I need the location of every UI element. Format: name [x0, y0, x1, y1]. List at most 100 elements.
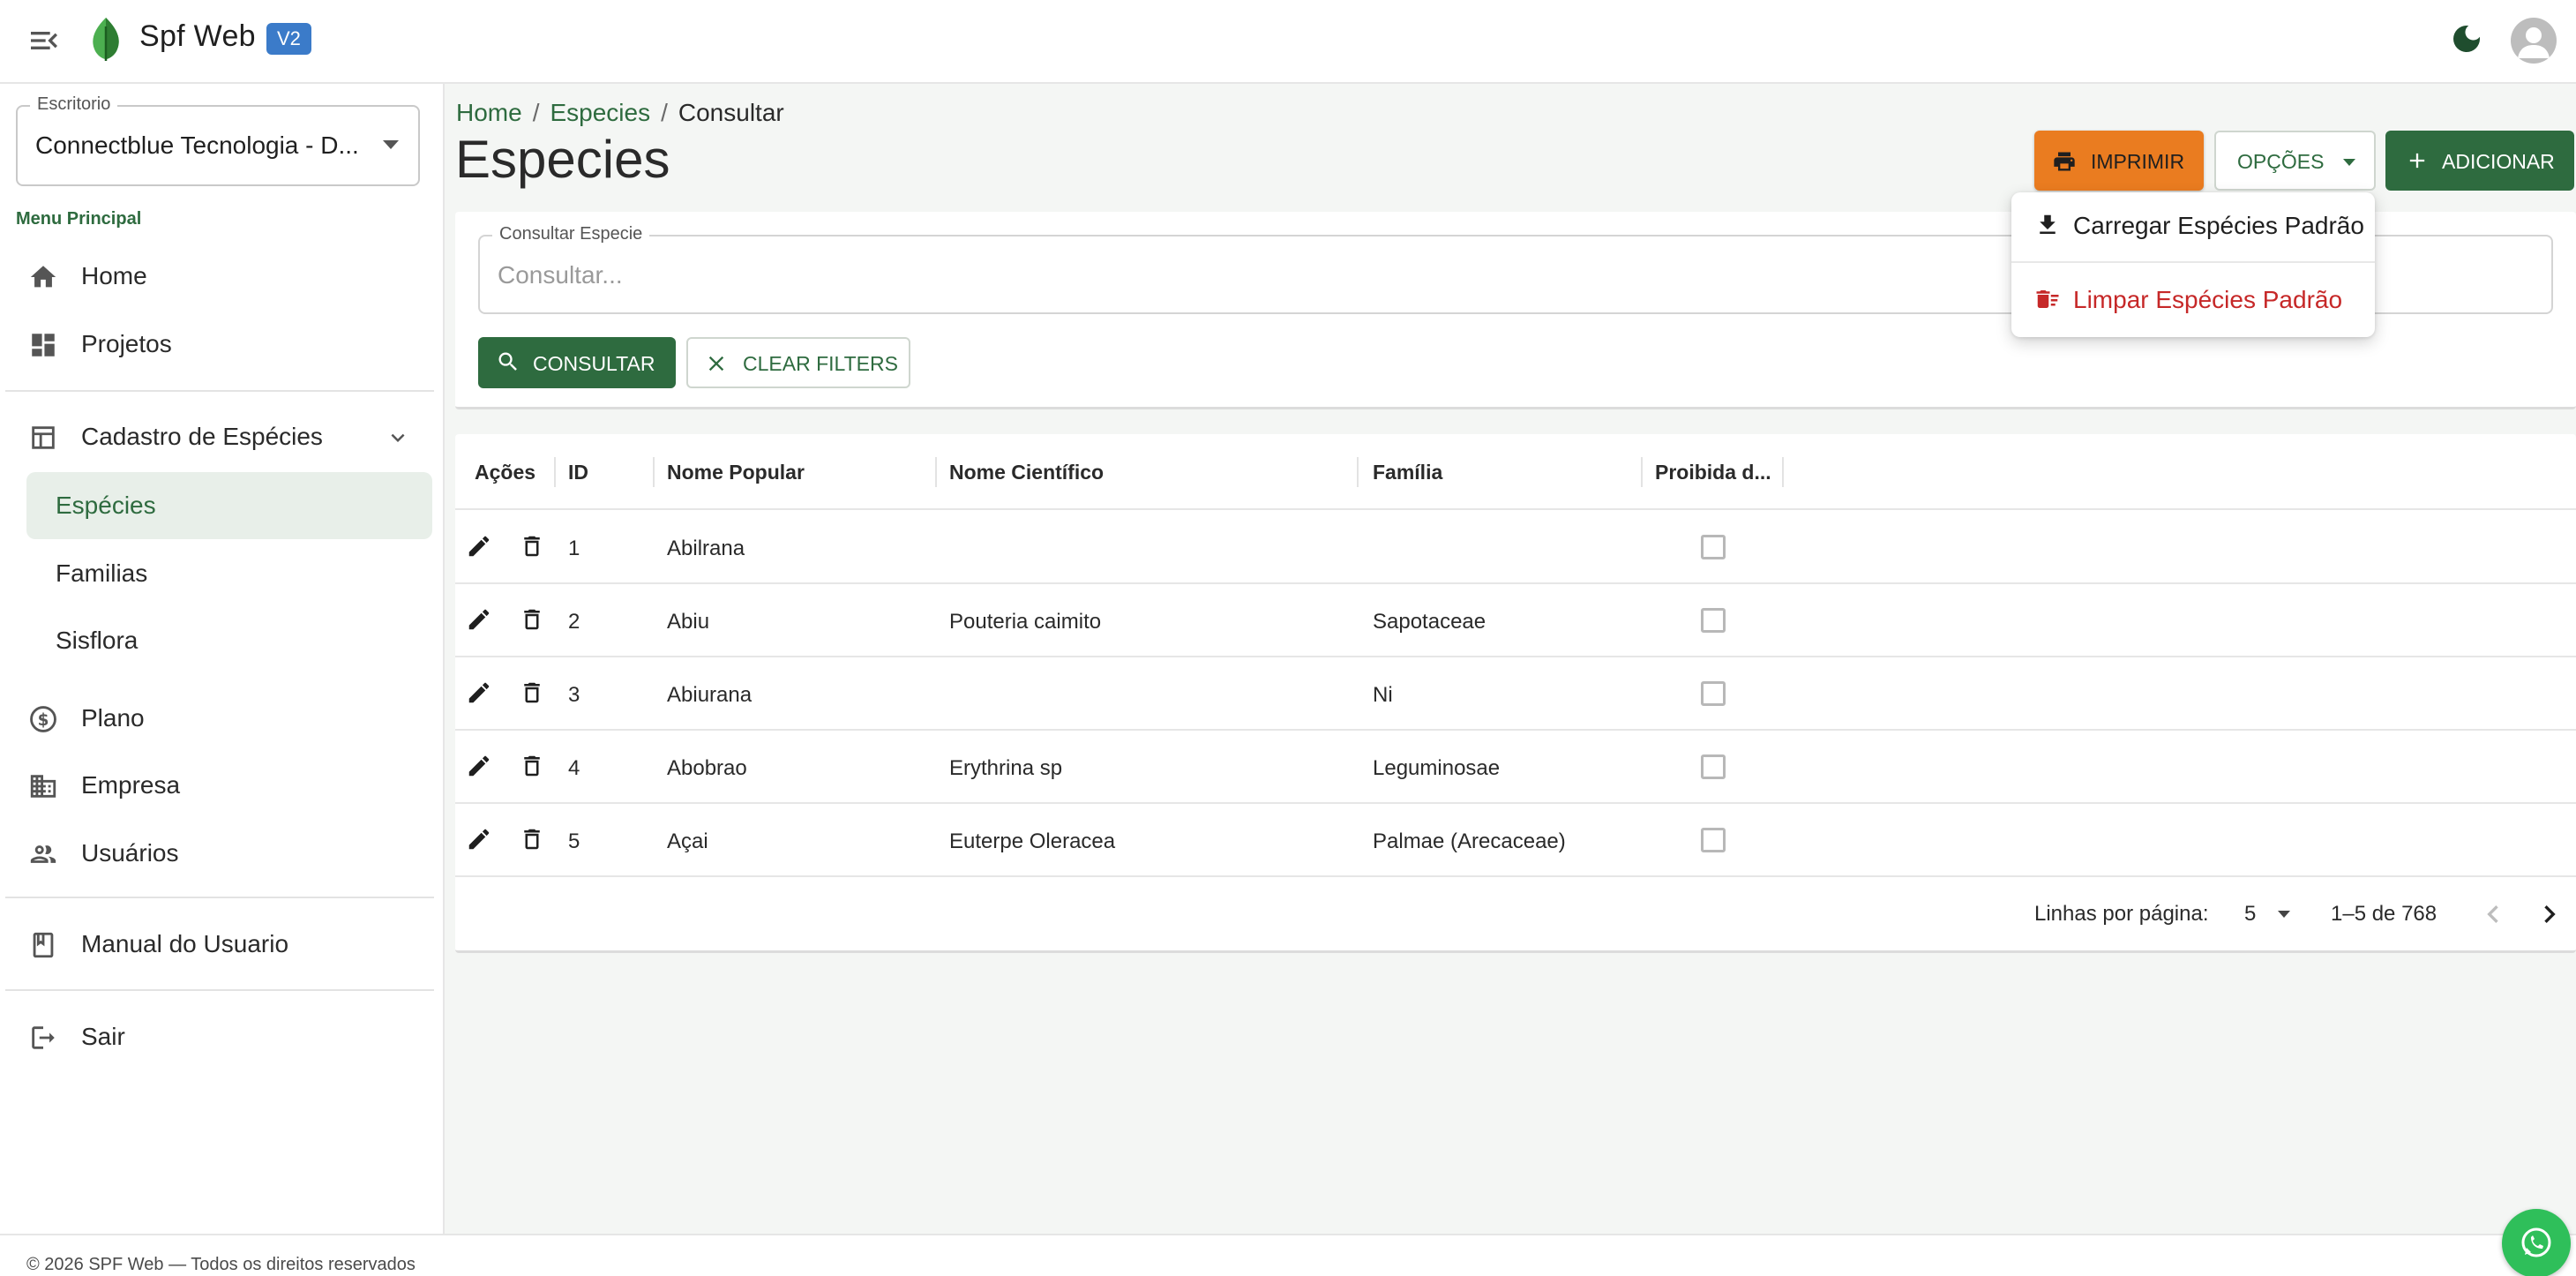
caret-down-icon [2343, 159, 2355, 166]
print-button[interactable]: IMPRIMIR [2034, 131, 2204, 191]
rows-per-page-label: Linhas por página: [2034, 902, 2209, 926]
table-header: Ações ID Nome Popular Nome Científico Fa… [455, 434, 2576, 510]
consult-button-label: CONSULTAR [533, 352, 655, 375]
chevron-down-icon [385, 424, 411, 451]
chevron-left-icon[interactable] [2475, 897, 2511, 932]
menu-open-icon[interactable] [26, 23, 62, 58]
column-header-actions: Ações [475, 461, 536, 484]
sidebar-item-familias[interactable]: Familias [26, 540, 432, 607]
breadcrumb-home[interactable]: Home [456, 99, 522, 126]
delete-icon[interactable] [519, 606, 545, 633]
dashboard-icon [28, 330, 58, 360]
rows-per-page-select[interactable]: 5 [2239, 897, 2301, 932]
print-button-label: IMPRIMIR [2091, 150, 2185, 173]
sidebar-item-projetos[interactable]: Projetos [0, 316, 445, 372]
delete-icon[interactable] [519, 753, 545, 779]
logout-icon [28, 1023, 58, 1053]
species-table: Ações ID Nome Popular Nome Científico Fa… [455, 434, 2576, 953]
column-header-forbidden[interactable]: Proibida d... [1655, 461, 1771, 484]
column-separator [554, 457, 556, 487]
table-row: 3 Abiurana Ni [455, 657, 2576, 731]
column-header-popular[interactable]: Nome Popular [667, 461, 805, 484]
sidebar-item-especies[interactable]: Espécies [26, 472, 432, 539]
options-button[interactable]: OPÇÕES [2214, 131, 2376, 191]
cell-family: Ni [1373, 683, 1393, 707]
sidebar-item-label: Usuários [81, 839, 179, 867]
menu-item-load-default[interactable]: Carregar Espécies Padrão [2011, 192, 2375, 259]
add-button[interactable]: ADICIONAR [2385, 131, 2574, 191]
sidebar-item-sair[interactable]: Sair [0, 1009, 445, 1065]
menu-item-clear-default[interactable]: Limpar Espécies Padrão [2011, 266, 2375, 334]
clear-filters-label: CLEAR FILTERS [743, 352, 898, 375]
consult-button[interactable]: CONSULTAR [478, 337, 676, 388]
column-separator [935, 457, 937, 487]
sidebar-item-home[interactable]: Home [0, 248, 445, 304]
delete-icon[interactable] [519, 533, 545, 559]
footer-text: © 2026 SPF Web — Todos os direitos reser… [26, 1255, 416, 1274]
whatsapp-icon[interactable] [2502, 1209, 2571, 1276]
breadcrumb-separator: / [532, 99, 540, 126]
people-icon [28, 839, 58, 869]
pagination-range: 1–5 de 768 [2331, 902, 2437, 926]
edit-icon[interactable] [466, 679, 492, 706]
sidebar-item-label: Sair [81, 1023, 125, 1050]
cell-family: Leguminosae [1373, 756, 1501, 780]
office-select[interactable]: Escritorio Connectblue Tecnologia - D... [16, 94, 420, 186]
forbidden-checkbox[interactable] [1701, 535, 1726, 559]
delete-icon[interactable] [519, 826, 545, 852]
sidebar-item-label: Espécies [56, 492, 156, 519]
cell-id: 1 [568, 537, 580, 560]
forbidden-checkbox[interactable] [1701, 608, 1726, 633]
breadcrumb-especies[interactable]: Especies [550, 99, 650, 126]
cell-popular: Abobrao [667, 756, 747, 780]
edit-icon[interactable] [466, 826, 492, 852]
footer: © 2026 SPF Web — Todos os direitos reser… [0, 1234, 2576, 1276]
sidebar-item-usuarios[interactable]: Usuários [0, 825, 445, 882]
column-separator [1641, 457, 1643, 487]
sidebar-item-empresa[interactable]: Empresa [0, 757, 445, 814]
forbidden-checkbox[interactable] [1701, 754, 1726, 779]
sidebar-item-label: Cadastro de Espécies [81, 423, 323, 450]
cell-scientific: Erythrina sp [949, 756, 1063, 780]
sidebar-item-sisflora[interactable]: Sisflora [26, 607, 432, 674]
column-separator [1357, 457, 1359, 487]
sidebar-item-manual[interactable]: Manual do Usuario [0, 916, 445, 972]
search-input[interactable] [498, 258, 2262, 293]
chevron-right-icon[interactable] [2532, 897, 2567, 932]
account-icon[interactable] [2511, 18, 2557, 64]
pagination: Linhas por página: 5 1–5 de 768 [455, 881, 2576, 951]
search-field-label: Consultar Especie [492, 224, 650, 244]
cell-family: Sapotaceae [1373, 610, 1486, 634]
sidebar-item-plano[interactable]: $ Plano [0, 690, 445, 747]
delete-sweep-icon [2034, 286, 2061, 312]
column-header-id[interactable]: ID [568, 461, 588, 484]
cell-id: 2 [568, 610, 580, 634]
moon-icon[interactable] [2449, 21, 2484, 56]
cell-id: 3 [568, 683, 580, 707]
leaf-icon [86, 16, 125, 62]
top-app-bar: Spf Web V2 [0, 0, 2576, 84]
cell-id: 4 [568, 756, 580, 780]
office-select-label: Escritorio [30, 94, 118, 115]
sidebar-divider [5, 989, 434, 991]
edit-icon[interactable] [466, 753, 492, 779]
column-header-scientific[interactable]: Nome Científico [949, 461, 1104, 484]
sidebar-item-cadastro[interactable]: Cadastro de Espécies [0, 409, 445, 465]
table-row: 5 Açai Euterpe Oleracea Palmae (Arecacea… [455, 803, 2576, 877]
edit-icon[interactable] [466, 533, 492, 559]
table-row: 2 Abiu Pouteria caimito Sapotaceae [455, 583, 2576, 657]
rows-per-page-value: 5 [2244, 902, 2257, 926]
menu-item-label: Limpar Espécies Padrão [2073, 286, 2343, 313]
options-menu: Carregar Espécies Padrão Limpar Espécies… [2011, 192, 2375, 337]
edit-icon[interactable] [466, 606, 492, 633]
forbidden-checkbox[interactable] [1701, 681, 1726, 706]
sidebar-item-label: Familias [56, 559, 148, 587]
column-header-family[interactable]: Família [1373, 461, 1442, 484]
delete-icon[interactable] [519, 679, 545, 706]
menu-item-label: Carregar Espécies Padrão [2073, 212, 2364, 239]
clear-filters-button[interactable]: CLEAR FILTERS [686, 337, 910, 388]
version-badge: V2 [266, 23, 311, 55]
forbidden-checkbox[interactable] [1701, 828, 1726, 852]
cell-scientific: Pouteria caimito [949, 610, 1102, 634]
cell-popular: Abilrana [667, 537, 745, 560]
